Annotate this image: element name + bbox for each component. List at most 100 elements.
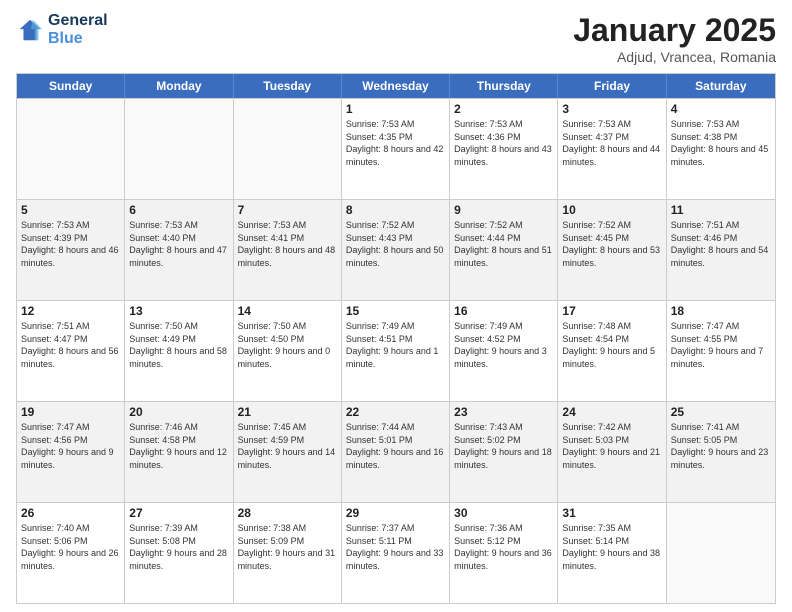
day-number: 14 xyxy=(238,304,337,318)
day-info: Sunrise: 7:42 AM Sunset: 5:03 PM Dayligh… xyxy=(562,421,661,471)
day-info: Sunrise: 7:37 AM Sunset: 5:11 PM Dayligh… xyxy=(346,522,445,572)
week-row-1: 1Sunrise: 7:53 AM Sunset: 4:35 PM Daylig… xyxy=(17,98,775,199)
day-cell-24: 24 Sunrise: 7:42 AM Sunset: 5:03 PM Dayli… xyxy=(558,402,666,502)
day-info: Sunrise: 7:38 AM Sunset: 5:09 PM Dayligh… xyxy=(238,522,337,572)
day-number: 16 xyxy=(454,304,553,318)
day-info: Sunrise: 7:40 AM Sunset: 5:06 PM Dayligh… xyxy=(21,522,120,572)
day-number: 18 xyxy=(671,304,771,318)
day-info: Sunrise: 7:53 AM Sunset: 4:41 PM Dayligh… xyxy=(238,219,337,269)
day-cell-20: 20 Sunrise: 7:46 AM Sunset: 4:58 PM Dayli… xyxy=(125,402,233,502)
day-number: 15 xyxy=(346,304,445,318)
day-info: Sunrise: 7:46 AM Sunset: 4:58 PM Dayligh… xyxy=(129,421,228,471)
day-cell-10: 10 Sunrise: 7:52 AM Sunset: 4:45 PM Dayli… xyxy=(558,200,666,300)
logo-icon xyxy=(16,16,44,44)
day-cell-9: 9 Sunrise: 7:52 AM Sunset: 4:44 PM Daylig… xyxy=(450,200,558,300)
day-info: Sunrise: 7:52 AM Sunset: 4:44 PM Dayligh… xyxy=(454,219,553,269)
day-number: 22 xyxy=(346,405,445,419)
day-info: Sunrise: 7:53 AM Sunset: 4:38 PM Dayligh… xyxy=(671,118,771,168)
day-number: 1 xyxy=(346,102,445,116)
calendar-body: 1Sunrise: 7:53 AM Sunset: 4:35 PM Daylig… xyxy=(17,98,775,603)
day-number: 13 xyxy=(129,304,228,318)
day-info: Sunrise: 7:49 AM Sunset: 4:51 PM Dayligh… xyxy=(346,320,445,370)
day-cell-25: 25Sunrise: 7:41 AM Sunset: 5:05 PM Dayli… xyxy=(667,402,775,502)
day-cell-13: 13 Sunrise: 7:50 AM Sunset: 4:49 PM Dayli… xyxy=(125,301,233,401)
day-cell-17: 17Sunrise: 7:48 AM Sunset: 4:54 PM Dayli… xyxy=(558,301,666,401)
day-cell-21: 21 Sunrise: 7:45 AM Sunset: 4:59 PM Dayli… xyxy=(234,402,342,502)
header: General Blue January 2025 Adjud, Vrancea… xyxy=(16,12,776,65)
day-number: 9 xyxy=(454,203,553,217)
day-info: Sunrise: 7:53 AM Sunset: 4:37 PM Dayligh… xyxy=(562,118,661,168)
day-number: 24 xyxy=(562,405,661,419)
day-number: 6 xyxy=(129,203,228,217)
day-number: 26 xyxy=(21,506,120,520)
day-cell-3: 3 Sunrise: 7:53 AM Sunset: 4:37 PM Daylig… xyxy=(558,99,666,199)
day-info: Sunrise: 7:47 AM Sunset: 4:56 PM Dayligh… xyxy=(21,421,120,471)
day-cell-31: 31Sunrise: 7:35 AM Sunset: 5:14 PM Dayli… xyxy=(558,503,666,603)
day-number: 8 xyxy=(346,203,445,217)
day-info: Sunrise: 7:50 AM Sunset: 4:49 PM Dayligh… xyxy=(129,320,228,370)
week-row-2: 5Sunrise: 7:53 AM Sunset: 4:39 PM Daylig… xyxy=(17,199,775,300)
day-info: Sunrise: 7:53 AM Sunset: 4:40 PM Dayligh… xyxy=(129,219,228,269)
day-info: Sunrise: 7:51 AM Sunset: 4:46 PM Dayligh… xyxy=(671,219,771,269)
day-cell-6: 6 Sunrise: 7:53 AM Sunset: 4:40 PM Daylig… xyxy=(125,200,233,300)
day-number: 23 xyxy=(454,405,553,419)
day-cell-29: 29Sunrise: 7:37 AM Sunset: 5:11 PM Dayli… xyxy=(342,503,450,603)
day-number: 3 xyxy=(562,102,661,116)
day-info: Sunrise: 7:44 AM Sunset: 5:01 PM Dayligh… xyxy=(346,421,445,471)
day-info: Sunrise: 7:50 AM Sunset: 4:50 PM Dayligh… xyxy=(238,320,337,370)
day-number: 19 xyxy=(21,405,120,419)
day-cell-15: 15 Sunrise: 7:49 AM Sunset: 4:51 PM Dayli… xyxy=(342,301,450,401)
day-cell-16: 16 Sunrise: 7:49 AM Sunset: 4:52 PM Dayli… xyxy=(450,301,558,401)
empty-cell xyxy=(125,99,233,199)
day-number: 31 xyxy=(562,506,661,520)
day-cell-22: 22 Sunrise: 7:44 AM Sunset: 5:01 PM Dayli… xyxy=(342,402,450,502)
day-cell-11: 11Sunrise: 7:51 AM Sunset: 4:46 PM Dayli… xyxy=(667,200,775,300)
col-header-sunday: Sunday xyxy=(17,74,125,98)
day-cell-27: 27 Sunrise: 7:39 AM Sunset: 5:08 PM Dayli… xyxy=(125,503,233,603)
col-header-wednesday: Wednesday xyxy=(342,74,450,98)
logo: General Blue xyxy=(16,12,108,47)
week-row-4: 19 Sunrise: 7:47 AM Sunset: 4:56 PM Dayli… xyxy=(17,401,775,502)
col-header-thursday: Thursday xyxy=(450,74,558,98)
logo-line1: General xyxy=(48,12,108,30)
day-info: Sunrise: 7:45 AM Sunset: 4:59 PM Dayligh… xyxy=(238,421,337,471)
day-cell-14: 14 Sunrise: 7:50 AM Sunset: 4:50 PM Dayli… xyxy=(234,301,342,401)
page: General Blue January 2025 Adjud, Vrancea… xyxy=(0,0,792,612)
day-number: 2 xyxy=(454,102,553,116)
day-cell-30: 30Sunrise: 7:36 AM Sunset: 5:12 PM Dayli… xyxy=(450,503,558,603)
logo-line2: Blue xyxy=(48,30,108,48)
day-cell-8: 8Sunrise: 7:52 AM Sunset: 4:43 PM Daylig… xyxy=(342,200,450,300)
day-number: 21 xyxy=(238,405,337,419)
calendar-header: SundayMondayTuesdayWednesdayThursdayFrid… xyxy=(17,74,775,98)
day-cell-19: 19 Sunrise: 7:47 AM Sunset: 4:56 PM Dayli… xyxy=(17,402,125,502)
day-number: 20 xyxy=(129,405,228,419)
day-number: 4 xyxy=(671,102,771,116)
day-cell-1: 1Sunrise: 7:53 AM Sunset: 4:35 PM Daylig… xyxy=(342,99,450,199)
week-row-5: 26 Sunrise: 7:40 AM Sunset: 5:06 PM Dayli… xyxy=(17,502,775,603)
day-info: Sunrise: 7:47 AM Sunset: 4:55 PM Dayligh… xyxy=(671,320,771,370)
week-row-3: 12 Sunrise: 7:51 AM Sunset: 4:47 PM Dayli… xyxy=(17,300,775,401)
day-cell-23: 23 Sunrise: 7:43 AM Sunset: 5:02 PM Dayli… xyxy=(450,402,558,502)
day-number: 30 xyxy=(454,506,553,520)
col-header-tuesday: Tuesday xyxy=(234,74,342,98)
day-info: Sunrise: 7:39 AM Sunset: 5:08 PM Dayligh… xyxy=(129,522,228,572)
day-cell-4: 4 Sunrise: 7:53 AM Sunset: 4:38 PM Daylig… xyxy=(667,99,775,199)
day-info: Sunrise: 7:48 AM Sunset: 4:54 PM Dayligh… xyxy=(562,320,661,370)
calendar: SundayMondayTuesdayWednesdayThursdayFrid… xyxy=(16,73,776,604)
col-header-monday: Monday xyxy=(125,74,233,98)
day-number: 12 xyxy=(21,304,120,318)
day-number: 10 xyxy=(562,203,661,217)
day-info: Sunrise: 7:43 AM Sunset: 5:02 PM Dayligh… xyxy=(454,421,553,471)
month-title: January 2025 xyxy=(573,12,776,49)
day-cell-28: 28 Sunrise: 7:38 AM Sunset: 5:09 PM Dayli… xyxy=(234,503,342,603)
title-block: January 2025 Adjud, Vrancea, Romania xyxy=(573,12,776,65)
day-number: 27 xyxy=(129,506,228,520)
col-header-saturday: Saturday xyxy=(667,74,775,98)
day-number: 28 xyxy=(238,506,337,520)
location: Adjud, Vrancea, Romania xyxy=(573,49,776,65)
day-info: Sunrise: 7:51 AM Sunset: 4:47 PM Dayligh… xyxy=(21,320,120,370)
empty-cell xyxy=(667,503,775,603)
day-info: Sunrise: 7:52 AM Sunset: 4:45 PM Dayligh… xyxy=(562,219,661,269)
day-info: Sunrise: 7:49 AM Sunset: 4:52 PM Dayligh… xyxy=(454,320,553,370)
day-cell-5: 5Sunrise: 7:53 AM Sunset: 4:39 PM Daylig… xyxy=(17,200,125,300)
